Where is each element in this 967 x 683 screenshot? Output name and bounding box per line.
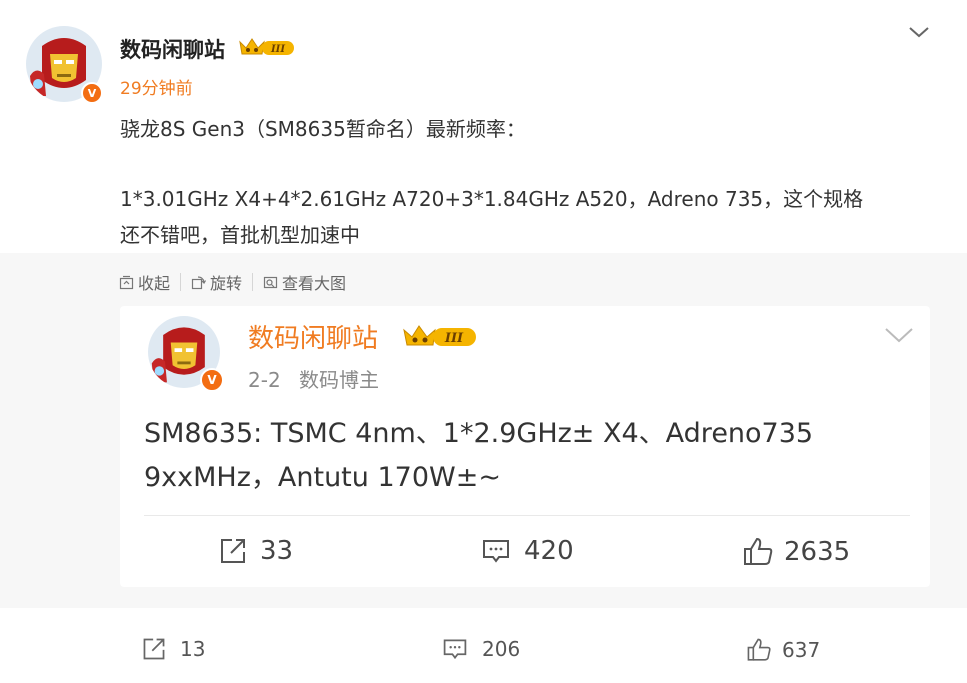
collapse-button[interactable]: 收起 (119, 270, 170, 294)
comment-count: 206 (482, 637, 521, 661)
retweet-like-button[interactable]: 2635 (742, 536, 850, 568)
retweet-meta: 2-2 数码博主 (248, 364, 379, 393)
retweet-content-line-2: 9xxMHz，Antutu 170W±~ (144, 462, 501, 493)
rotate-icon (191, 275, 207, 289)
crown-icon[interactable]: III (402, 322, 478, 354)
retweet-share-button[interactable]: 33 (218, 536, 293, 566)
author-avatar[interactable]: V (26, 26, 103, 104)
chevron-down-icon[interactable] (908, 24, 930, 43)
retweet-card[interactable]: V 数码闲聊站 III 2-2 数码博主 SM8635: TSMC 4nm、1*… (120, 306, 930, 587)
rotate-button[interactable]: 旋转 (191, 270, 242, 294)
post-content-line-2: 1*3.01GHz X4+4*2.61GHz A720+3*1.84GHz A5… (120, 187, 864, 211)
author-name[interactable]: 数码闲聊站 (120, 34, 225, 64)
view-large-label: 查看大图 (282, 274, 347, 293)
retweet-share-count: 33 (260, 536, 294, 566)
share-icon (221, 539, 245, 563)
retweet-author-name[interactable]: 数码闲聊站 (248, 318, 378, 355)
comment-icon (443, 639, 467, 660)
post-time[interactable]: 29分钟前 (120, 74, 193, 99)
verified-icon: V (200, 368, 224, 392)
retweet-content-line-1: SM8635: TSMC 4nm、1*2.9GHz± X4、Adreno735 (144, 418, 814, 449)
comment-button[interactable]: 206 (442, 636, 520, 662)
retweet-author-avatar[interactable]: V (148, 316, 224, 392)
retweet-comment-button[interactable]: 420 (481, 536, 574, 566)
divider (180, 273, 182, 291)
comment-icon (483, 540, 509, 563)
verified-icon: V (81, 82, 103, 104)
level-badge: III (444, 331, 464, 346)
level-badge: III (270, 44, 285, 55)
rotate-label: 旋转 (210, 274, 243, 293)
crown-icon[interactable]: III (238, 36, 296, 62)
share-icon (143, 638, 165, 660)
view-large-button[interactable]: 查看大图 (263, 270, 346, 294)
retweet-role: 数码博主 (299, 368, 380, 392)
share-count: 13 (180, 637, 206, 661)
post-content-line-3: 还不错吧，首批机型加速中 (120, 223, 360, 247)
like-icon (744, 537, 773, 565)
post-content-line-1: 骁龙8S Gen3（SM8635暂命名）最新频率： (120, 117, 526, 141)
chevron-down-icon[interactable] (884, 326, 914, 348)
card-divider (144, 515, 910, 516)
like-icon (747, 638, 771, 661)
collapse-label: 收起 (138, 274, 171, 293)
share-button[interactable]: 13 (141, 636, 205, 662)
retweet-comment-count: 420 (524, 536, 574, 566)
divider (252, 273, 254, 291)
image-view-icon (263, 276, 278, 288)
like-count: 637 (782, 638, 821, 662)
like-button[interactable]: 637 (746, 637, 820, 663)
image-toolbar: 收起 旋转 查看大图 (119, 270, 346, 294)
collapse-icon (119, 275, 134, 289)
retweet-like-count: 2635 (784, 537, 851, 567)
retweet-date[interactable]: 2-2 (248, 368, 281, 392)
weibo-post: V 数码闲聊站 III 29分钟前 骁龙8S Gen3（SM8635暂命名）最新… (0, 0, 967, 683)
